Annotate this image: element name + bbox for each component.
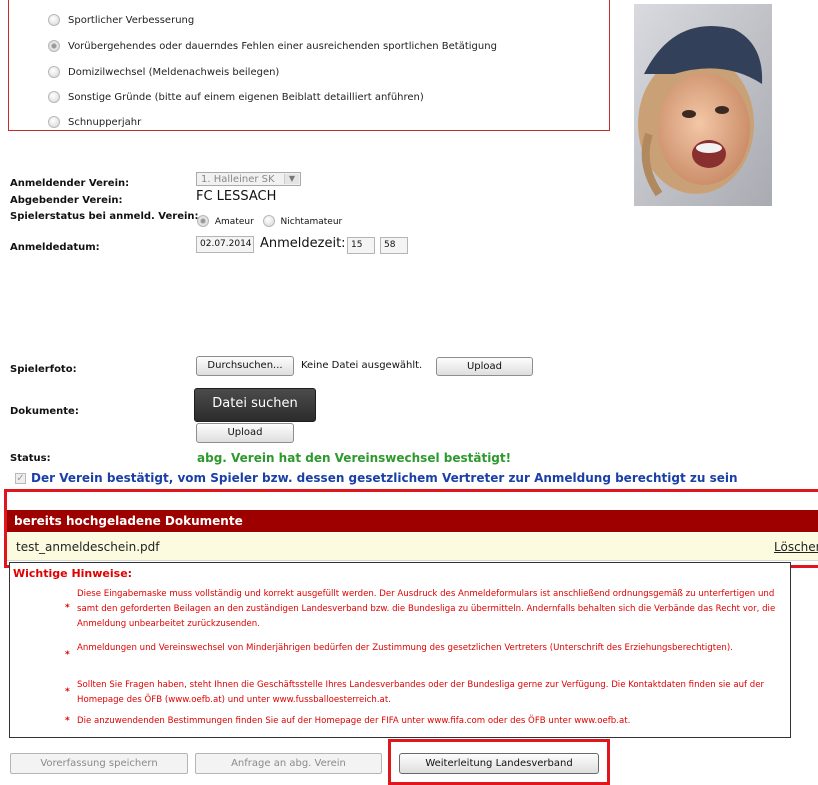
document-name[interactable]: test_anmeldeschein.pdf <box>16 540 159 554</box>
status-option-amateur[interactable]: Amateur <box>215 217 254 227</box>
hint-item: Sollten Sie Fragen haben, steht Ihnen di… <box>77 680 765 705</box>
radio-icon[interactable] <box>262 215 275 227</box>
spielerstatus-label: Spielerstatus bei anmeld. Verein: <box>10 211 199 222</box>
anmeldezeit-minute-input[interactable]: 58 <box>380 237 408 254</box>
radio-icon[interactable] <box>48 116 60 128</box>
datei-suchen-button[interactable]: Datei suchen <box>194 388 316 422</box>
reason-option-fehlen-betaetigung[interactable]: Vorübergehendes oder dauerndes Fehlen ei… <box>48 40 497 54</box>
hint-item: Die anzuwendenden Bestimmungen finden Si… <box>77 716 631 726</box>
reason-label: Sonstige Gründe (bitte auf einem eigenen… <box>68 92 424 103</box>
spielerfoto-label: Spielerfoto: <box>10 364 77 375</box>
delete-document-link[interactable]: Löschen <box>774 533 818 561</box>
bullet-star-icon: * <box>65 687 70 697</box>
status-label: Status: <box>10 453 51 464</box>
radio-icon[interactable] <box>48 14 60 26</box>
save-draft-button[interactable]: Vorerfassung speichern <box>10 753 188 774</box>
bullet-star-icon: * <box>65 650 70 660</box>
forward-landesverband-button[interactable]: Weiterleitung Landesverband <box>399 753 599 774</box>
spielerstatus-options: Amateur Nichtamateur <box>197 215 342 228</box>
browse-button[interactable]: Durchsuchen... <box>196 356 294 376</box>
chevron-down-icon: ▼ <box>284 174 299 184</box>
radio-icon[interactable] <box>48 66 60 78</box>
anmeldender-verein-value: 1. Halleiner SK <box>201 174 275 185</box>
status-option-nichtamateur[interactable]: Nichtamateur <box>281 217 343 227</box>
dokumente-label: Dokumente: <box>10 406 79 417</box>
reason-label: Vorübergehendes oder dauerndes Fehlen ei… <box>68 41 497 52</box>
reason-label: Sportlicher Verbesserung <box>68 15 195 26</box>
reason-option-domizilwechsel[interactable]: Domizilwechsel (Meldenachweis beilegen) <box>48 66 279 80</box>
important-hints-title: Wichtige Hinweise: <box>13 567 133 580</box>
anmeldender-verein-label: Anmeldender Verein: <box>10 178 130 189</box>
document-upload-button[interactable]: Upload <box>196 423 294 443</box>
reason-option-schnupperjahr[interactable]: Schnupperjahr <box>48 116 141 130</box>
abgebender-verein-label: Abgebender Verein: <box>10 195 123 206</box>
request-club-button[interactable]: Anfrage an abg. Verein <box>195 753 382 774</box>
anmeldender-verein-select[interactable]: 1. Halleiner SK ▼ <box>196 172 301 186</box>
document-row: test_anmeldeschein.pdf Löschen <box>7 533 818 561</box>
reason-label: Schnupperjahr <box>68 117 142 128</box>
uploaded-documents-header: bereits hochgeladene Dokumente <box>7 510 818 532</box>
confirm-text: Der Verein bestätigt, vom Spieler bzw. d… <box>31 471 738 485</box>
hint-item: Diese Eingabemaske muss vollständig und … <box>77 589 776 629</box>
reason-option-sportliche-verbesserung[interactable]: Sportlicher Verbesserung <box>48 14 194 28</box>
hint-item: Anmeldungen und Vereinswechsel von Minde… <box>77 643 733 653</box>
reason-option-sonstige[interactable]: Sonstige Gründe (bitte auf einem eigenen… <box>48 91 424 105</box>
checkmark-icon: ✓ <box>16 473 25 484</box>
no-file-selected-text: Keine Datei ausgewählt. <box>301 360 423 371</box>
player-photo <box>634 4 772 206</box>
anmeldezeit-label: Anmeldezeit: <box>260 236 346 251</box>
bullet-star-icon: * <box>65 716 70 726</box>
anmeldedatum-label: Anmeldedatum: <box>10 242 100 253</box>
status-value: abg. Verein hat den Vereinswechsel bestä… <box>197 451 512 465</box>
anmeldezeit-hour-input[interactable]: 15 <box>347 237 375 254</box>
bullet-star-icon: * <box>65 603 70 613</box>
photo-upload-button[interactable]: Upload <box>436 357 533 376</box>
radio-icon-selected[interactable] <box>48 40 60 52</box>
abgebender-verein-value: FC LESSACH <box>196 189 277 204</box>
anmeldedatum-input[interactable]: 02.07.2014 <box>196 236 254 253</box>
radio-icon-selected[interactable] <box>197 215 209 227</box>
confirm-checkbox[interactable]: ✓ <box>15 473 26 484</box>
radio-icon[interactable] <box>48 91 60 103</box>
reason-label: Domizilwechsel (Meldenachweis beilegen) <box>68 67 280 78</box>
